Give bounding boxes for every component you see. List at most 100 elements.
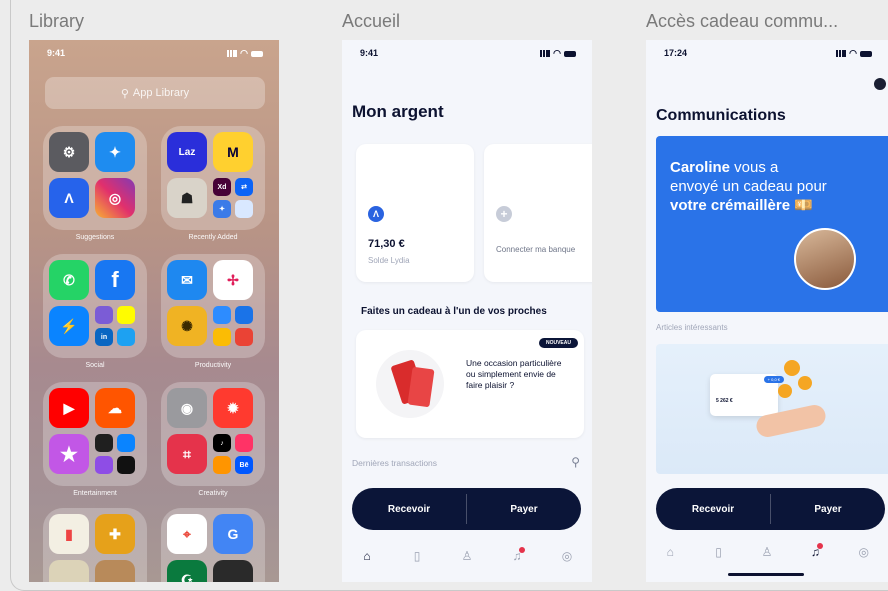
folder-entertainment[interactable]: ▶ ☁ ★: [43, 382, 147, 486]
notifications-icon[interactable]: ♫: [507, 547, 527, 563]
connect-bank-label: Connecter ma banque: [496, 245, 576, 254]
multi-app-icon[interactable]: ✦: [213, 200, 231, 218]
prayer-app-icon[interactable]: ☪: [167, 560, 207, 582]
photos-icon[interactable]: [213, 456, 231, 474]
receive-button[interactable]: Recevoir: [656, 488, 770, 530]
settings-icon[interactable]: ⚙: [49, 132, 89, 172]
gift-message-card[interactable]: Caroline vous a envoyé un cadeau pour vo…: [656, 136, 888, 312]
cloud-icon[interactable]: [235, 200, 253, 218]
balance-label: Solde Lydia: [368, 256, 410, 265]
messenger-icon[interactable]: ⚡: [49, 306, 89, 346]
folder-games[interactable]: ▮ ✚: [43, 508, 147, 582]
add-contact-icon[interactable]: ♙: [757, 545, 777, 559]
slides-icon[interactable]: [213, 328, 231, 346]
twitter-icon[interactable]: [117, 328, 135, 346]
folder-social[interactable]: ✆ f ⚡ in: [43, 254, 147, 358]
soundcloud-icon[interactable]: ☁: [95, 388, 135, 428]
tiktok-icon[interactable]: ♪: [213, 434, 231, 452]
sort-puzzle-icon[interactable]: ▮: [49, 514, 89, 554]
tools-app-icon[interactable]: [213, 560, 253, 582]
balance-card[interactable]: Λ 71,30 € Solde Lydia: [356, 144, 474, 282]
receive-button[interactable]: Recevoir: [352, 488, 466, 530]
youtube-icon[interactable]: ▶: [49, 388, 89, 428]
whatsapp-icon[interactable]: ✆: [49, 260, 89, 300]
signal-icon: [540, 50, 551, 57]
camera-icon[interactable]: ◉: [167, 388, 207, 428]
folder-recently-added[interactable]: Laz M ☗ Xd ⇄ ✦: [161, 126, 265, 230]
search-icon[interactable]: ⚲: [571, 455, 580, 469]
folder-creativity[interactable]: ◉ ✹ ⌗ ♪ Bē: [161, 382, 265, 486]
lazada-icon[interactable]: Laz: [167, 132, 207, 172]
folder-productivity[interactable]: ✉ ✢ ✺: [161, 254, 265, 358]
page-title: Communications: [656, 107, 786, 124]
card-icon[interactable]: ▯: [709, 545, 729, 559]
maps-icon[interactable]: ⌖: [167, 514, 207, 554]
status-bar: 9:41 ◠: [29, 48, 279, 62]
safari-icon[interactable]: ✦: [95, 132, 135, 172]
home-indicator: [728, 573, 804, 576]
snapchat-icon[interactable]: [117, 306, 135, 324]
mail-icon[interactable]: ✉: [167, 260, 207, 300]
viber-icon[interactable]: [95, 306, 113, 324]
miro-icon[interactable]: M: [213, 132, 253, 172]
gear-app-icon[interactable]: ✹: [213, 388, 253, 428]
zoom-icon[interactable]: [213, 306, 231, 324]
brain-game-icon[interactable]: [95, 560, 135, 582]
behance-icon[interactable]: Bē: [235, 456, 253, 474]
adobe-xd-icon[interactable]: Xd: [213, 178, 231, 196]
home-icon[interactable]: ⌂: [660, 545, 680, 559]
notifications-icon[interactable]: ♫: [805, 543, 825, 559]
game-app-icon[interactable]: [49, 560, 89, 582]
folder-suggestions[interactable]: ⚙ ✦ Λ ◎: [43, 126, 147, 230]
article-card[interactable]: + 0,0 € 5 262 €: [656, 344, 888, 474]
panel-title-accueil: Accueil: [342, 11, 401, 31]
coin-icon: [778, 384, 792, 398]
linkedin-icon[interactable]: in: [95, 328, 113, 346]
transfer-icon[interactable]: ⇄: [235, 178, 253, 196]
facebook-icon[interactable]: f: [95, 260, 135, 300]
slack-icon[interactable]: ✢: [213, 260, 253, 300]
instagram-icon[interactable]: ◎: [95, 178, 135, 218]
tab-bar: ⌂ ▯ ♙ ♫ ◎: [646, 540, 888, 564]
folder-label: Entertainment: [73, 490, 117, 497]
quran-app-icon[interactable]: ✺: [167, 306, 207, 346]
gift-access-screen[interactable]: 17:24 ◠ Communications Caroline vous a e…: [646, 40, 888, 582]
status-icons: ◠: [540, 48, 576, 59]
gift-promo-card[interactable]: NOUVEAU Une occasion particulière ou sim…: [356, 330, 584, 438]
status-bar: 9:41 ◠: [342, 48, 592, 62]
gift-message: Caroline vous a envoyé un cadeau pour vo…: [670, 159, 827, 214]
app-library-search[interactable]: ⚲ App Library: [45, 77, 265, 109]
articles-label: Articles intéressants: [656, 323, 728, 332]
pay-button[interactable]: Payer: [771, 488, 885, 530]
folder-label: Recently Added: [188, 234, 238, 241]
home-icon[interactable]: ⌂: [357, 549, 377, 563]
folder-utilities[interactable]: ⌖ G ☪: [161, 508, 265, 582]
chat-icon[interactable]: [874, 78, 886, 90]
appletv-icon[interactable]: [117, 456, 135, 474]
jigsaw-icon[interactable]: ✚: [95, 514, 135, 554]
accueil-screen[interactable]: 9:41 ◠ Mon argent Λ 71,30 € Solde Lydia …: [342, 40, 592, 582]
pay-button[interactable]: Payer: [467, 488, 581, 530]
connect-bank-card[interactable]: + Connecter ma banque: [484, 144, 592, 282]
library-screen[interactable]: 9:41 ◠ ⚲ App Library ⚙ ✦ Λ ◎ Suggestions…: [29, 40, 279, 582]
itunes-star-icon[interactable]: ★: [49, 434, 89, 474]
crop-app-icon[interactable]: ⌗: [167, 434, 207, 474]
status-time: 17:24: [664, 48, 688, 58]
transactions-label: Dernières transactions: [352, 458, 438, 468]
meet-icon[interactable]: [235, 306, 253, 324]
design-app-icon[interactable]: [235, 434, 253, 452]
podcasts-icon[interactable]: [95, 456, 113, 474]
new-badge: NOUVEAU: [538, 338, 578, 348]
explore-icon[interactable]: ◎: [557, 549, 577, 563]
lydia-app-icon[interactable]: Λ: [49, 178, 89, 218]
explore-icon[interactable]: ◎: [854, 545, 874, 559]
panel-title-cadeau: Accès cadeau commu...: [646, 11, 839, 31]
add-contact-icon[interactable]: ♙: [457, 549, 477, 563]
media-icon[interactable]: [95, 434, 113, 452]
calendar-icon[interactable]: [235, 328, 253, 346]
translate-icon[interactable]: G: [213, 514, 253, 554]
appstore-mini-icon[interactable]: [117, 434, 135, 452]
status-icons: ◠: [836, 48, 872, 59]
card-icon[interactable]: ▯: [407, 549, 427, 563]
fitness-app-icon[interactable]: ☗: [167, 178, 207, 218]
